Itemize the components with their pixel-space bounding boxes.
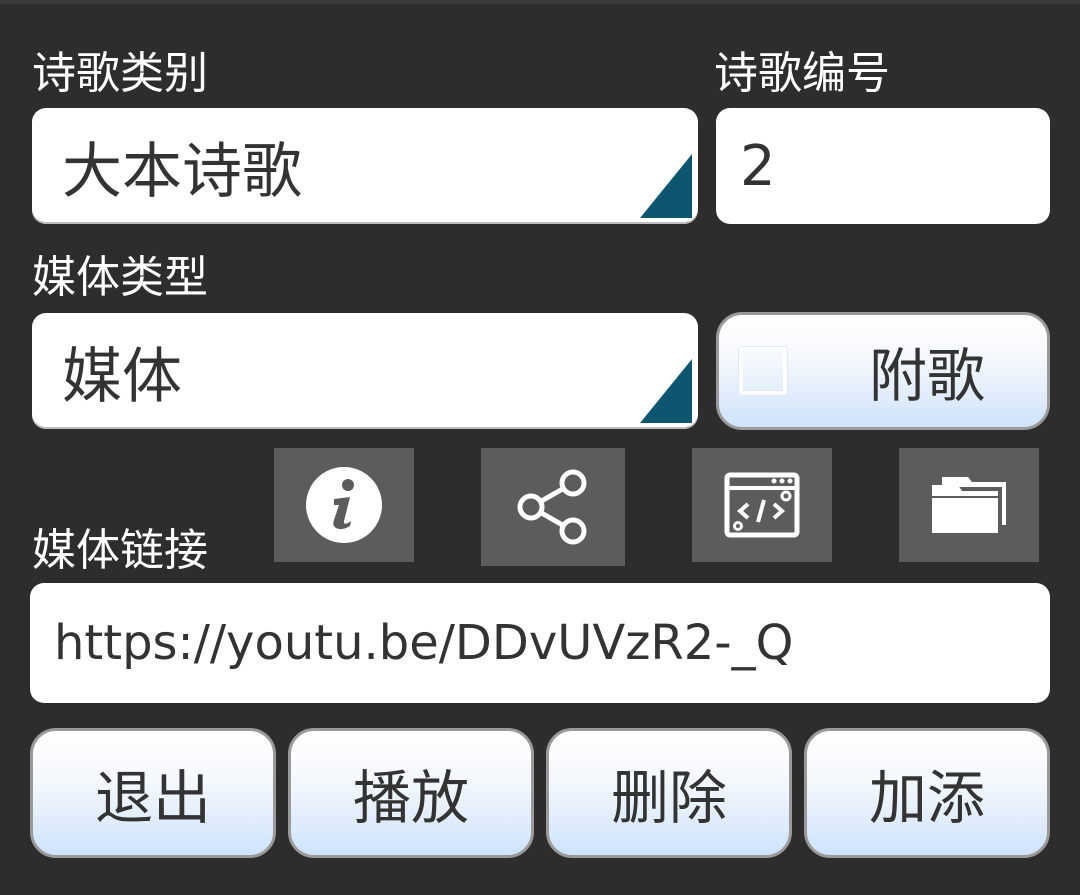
share-button[interactable] [481, 448, 625, 566]
category-select-value: 大本诗歌 [62, 136, 302, 207]
dropdown-corner-icon [640, 154, 692, 218]
dropdown-corner-icon [640, 359, 692, 423]
number-label: 诗歌编号 [714, 48, 890, 99]
exit-button[interactable]: 退出 [30, 728, 276, 858]
info-button[interactable] [274, 448, 414, 562]
add-button[interactable]: 加添 [804, 728, 1050, 858]
media-type-select-value: 媒体 [62, 341, 182, 412]
media-link-value: https://youtu.be/DDvUVzR2-_Q [54, 615, 794, 671]
media-type-select[interactable]: 媒体 [32, 313, 698, 429]
media-link-label: 媒体链接 [32, 525, 208, 576]
top-divider [0, 0, 1080, 4]
number-field-value: 2 [740, 133, 776, 199]
supplement-checkbox-label: 附歌 [869, 342, 986, 410]
windows-button[interactable] [899, 448, 1039, 562]
code-button[interactable] [692, 448, 832, 562]
media-link-input[interactable]: https://youtu.be/DDvUVzR2-_Q [30, 583, 1050, 703]
media-type-label: 媒体类型 [32, 252, 208, 303]
play-button[interactable]: 播放 [288, 728, 534, 858]
supplement-checkbox[interactable]: 附歌 [716, 312, 1050, 430]
windows-icon [932, 477, 1006, 533]
delete-button[interactable]: 删除 [546, 728, 792, 858]
category-select[interactable]: 大本诗歌 [32, 108, 698, 224]
code-window-icon [724, 472, 800, 538]
info-icon [306, 467, 382, 543]
share-icon [517, 469, 587, 545]
category-label: 诗歌类别 [32, 48, 208, 99]
checkbox-icon [739, 347, 787, 395]
number-field[interactable]: 2 [716, 108, 1050, 224]
